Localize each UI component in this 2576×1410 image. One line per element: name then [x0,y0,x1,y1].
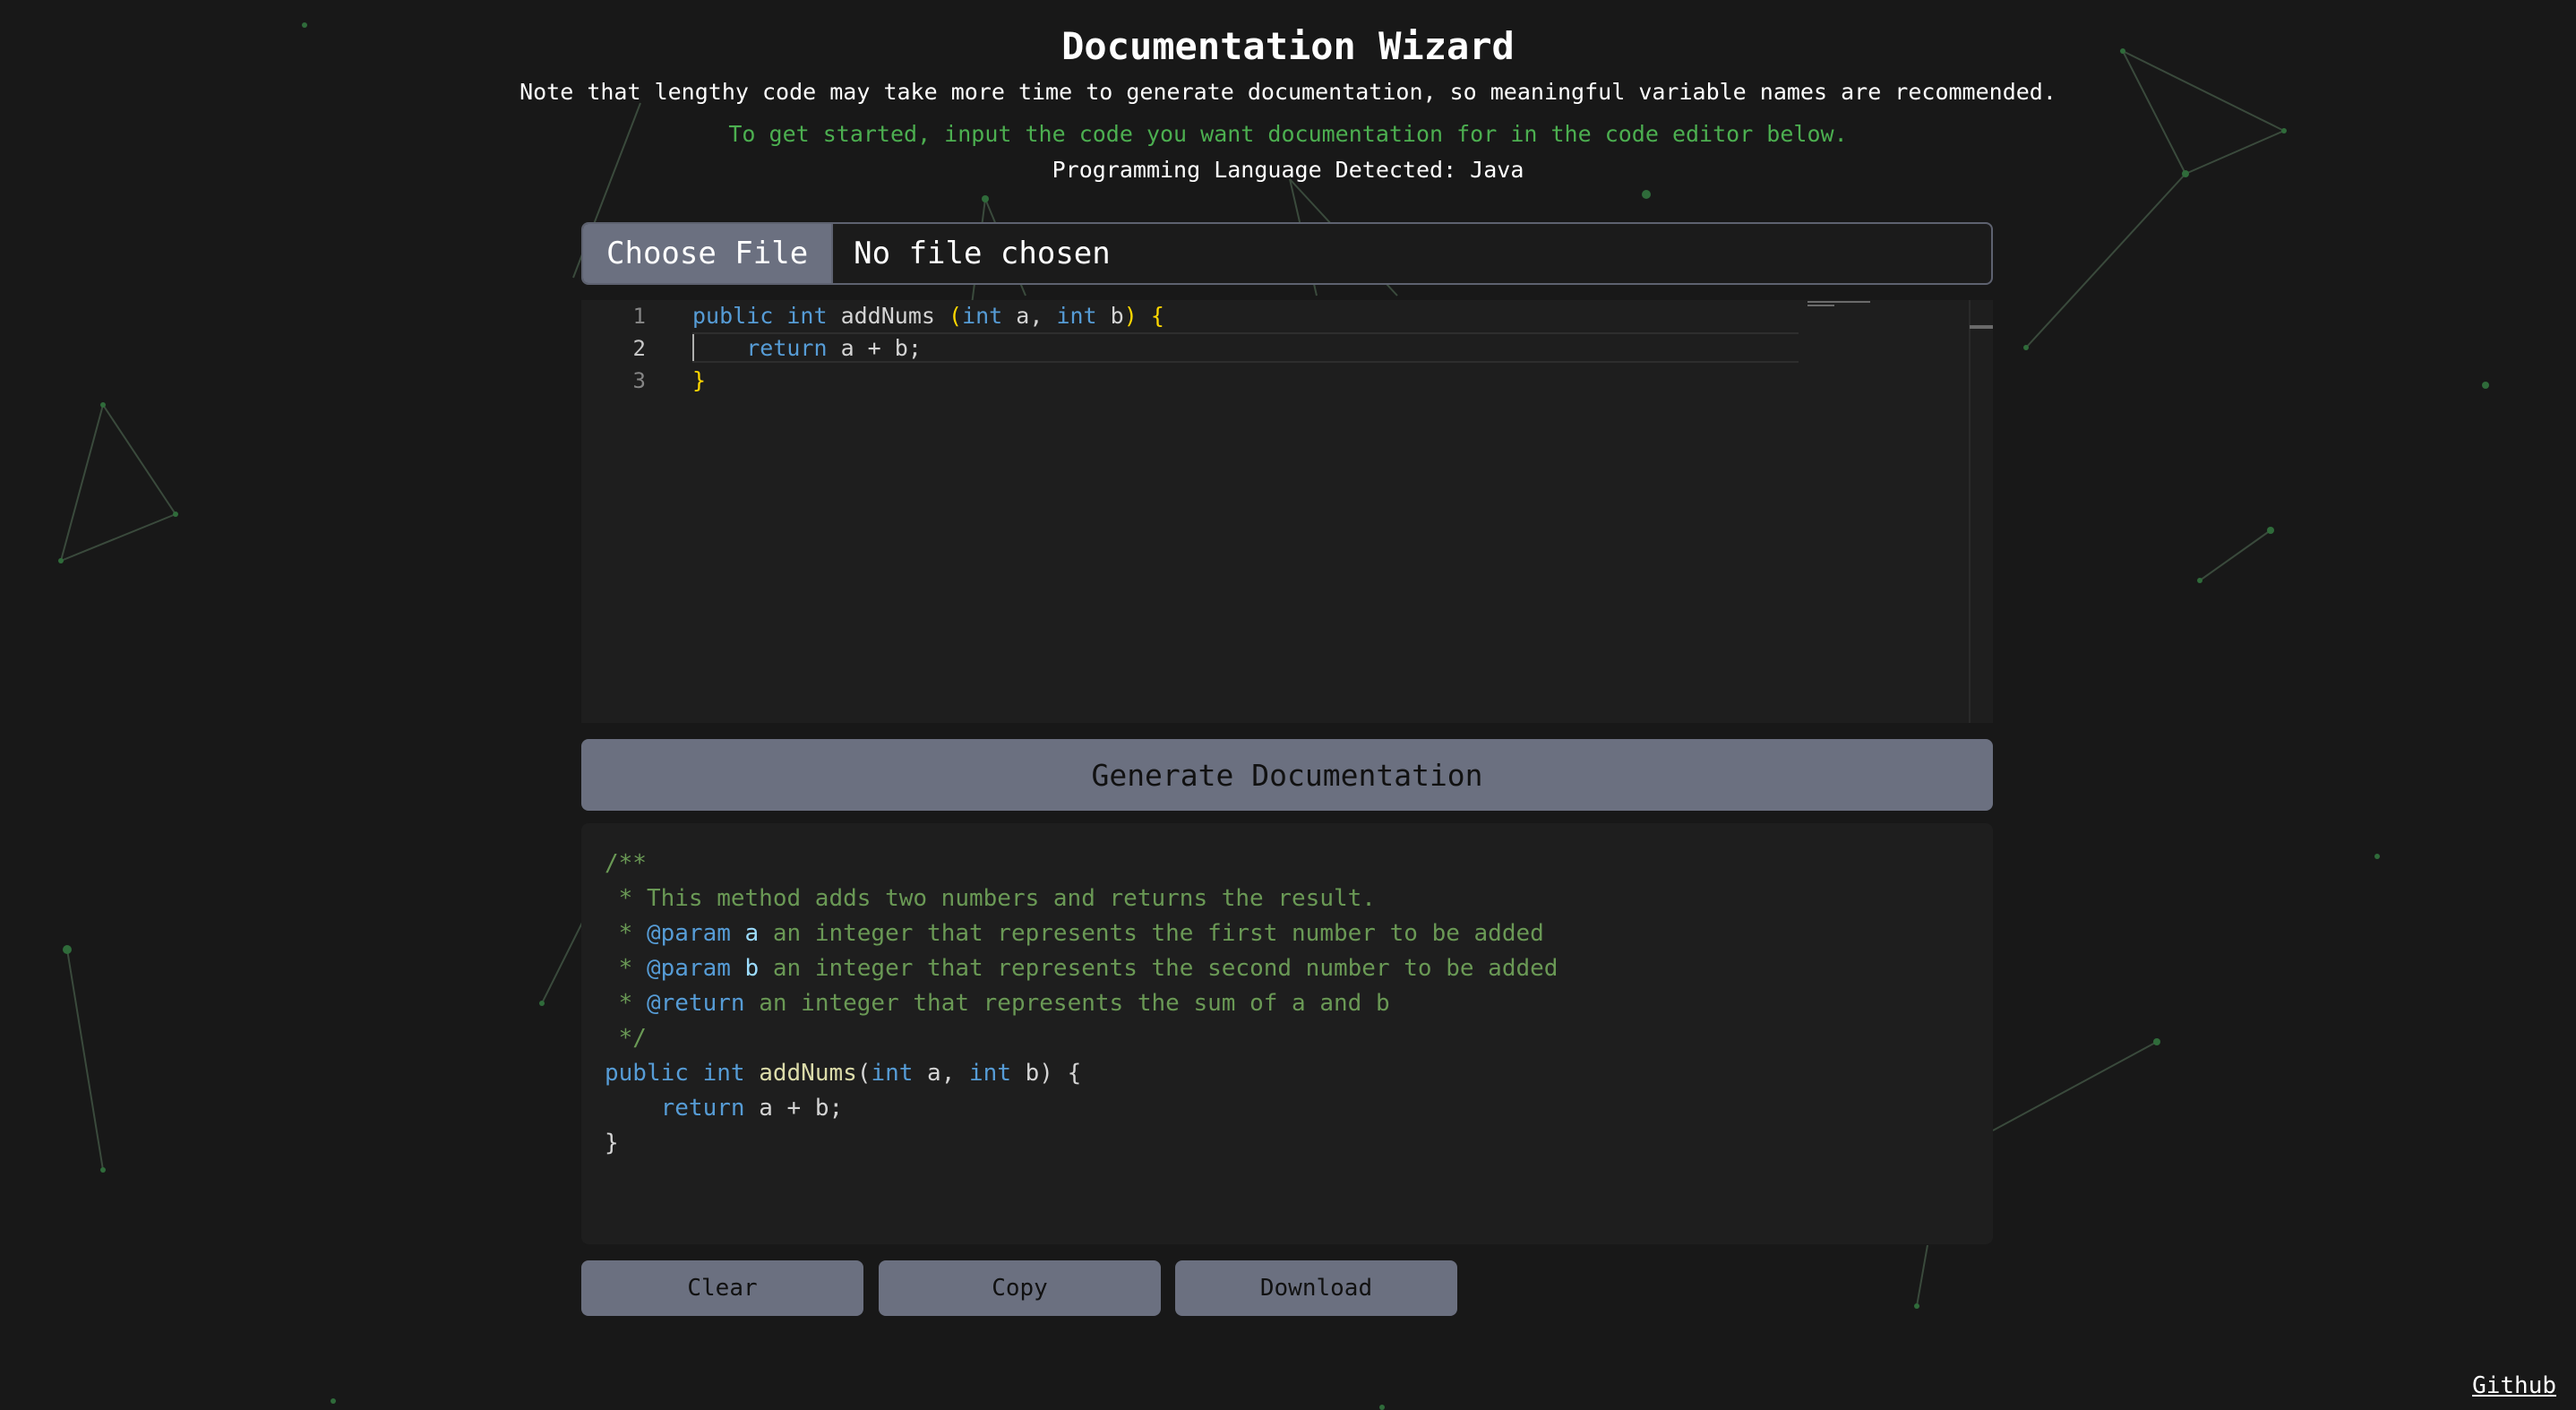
output-line: * @return an integer that represents the… [605,990,1390,1017]
output-line: public int addNums(int a, int b) { [605,1060,1082,1087]
page-title: Documentation Wizard [1061,24,1515,68]
code-token: { [1150,303,1164,329]
output-line: * @param b an integer that represents th… [605,955,1558,982]
line-number: 1 [632,304,646,329]
code-token: ( [949,303,963,329]
getting-started-hint: To get started, input the code you want … [728,121,1848,147]
line-number: 3 [632,368,646,393]
code-line[interactable]: public int addNums (int a, int b) { [692,300,1164,332]
code-token: int [786,303,828,329]
clear-button[interactable]: Clear [581,1260,863,1316]
output-line: * @param a an integer that represents th… [605,920,1544,947]
minimap [1807,301,1870,303]
code-editor[interactable]: 1 2 3 public int addNums (int a, int b) … [581,300,1993,723]
choose-file-button[interactable]: Choose File [583,224,834,283]
code-token: b [1096,303,1124,329]
file-status-text: No file chosen [854,236,1111,271]
code-token: int [962,303,1003,329]
minimap [1807,305,1834,306]
output-line: /** [605,850,647,877]
page: Documentation Wizard Note that lengthy c… [0,0,2576,1410]
output-line: */ [605,1025,647,1052]
code-token: public [692,303,774,329]
editor-scroll-thumb[interactable] [1970,325,1993,329]
download-button[interactable]: Download [1175,1260,1457,1316]
code-token: a, [1002,303,1057,329]
file-input[interactable]: Choose File No file chosen [581,222,1993,285]
language-detected-label: Programming Language Detected: Java [1052,157,1524,183]
output-line: } [605,1130,619,1156]
line-number-gutter: 1 2 3 [581,300,653,723]
output-line: return a + b; [660,1095,844,1122]
output-line: * This method adds two numbers and retur… [605,885,1376,912]
code-line[interactable]: } [692,365,706,397]
line-number-active: 2 [632,336,646,361]
generate-documentation-button[interactable]: Generate Documentation [581,739,1993,811]
github-link[interactable]: Github [2472,1372,2556,1399]
editor-scrollbar[interactable] [1969,300,1993,723]
page-header: Documentation Wizard Note that lengthy c… [0,21,2576,185]
code-token: } [692,367,707,393]
length-note: Note that lengthy code may take more tim… [519,79,2057,105]
code-token: ) [1123,303,1138,329]
code-token: addNums [827,303,949,329]
code-token: a + b; [827,335,922,361]
code-token: int [1056,303,1097,329]
code-token: return [746,335,828,361]
documentation-output[interactable]: /** * This method adds two numbers and r… [581,823,1993,1244]
copy-button[interactable]: Copy [879,1260,1161,1316]
code-line[interactable]: return a + b; [692,332,922,365]
